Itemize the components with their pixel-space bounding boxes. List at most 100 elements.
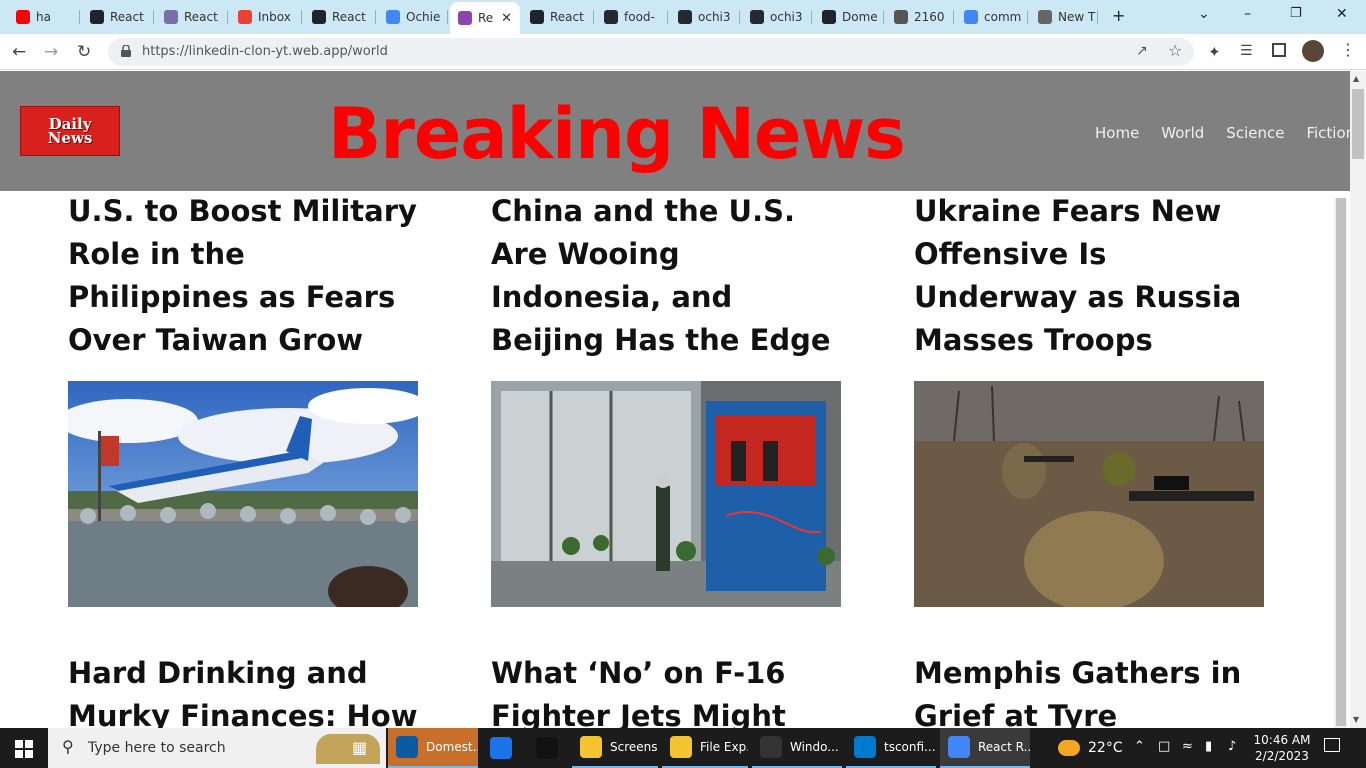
browser-tab[interactable]: React xyxy=(304,4,376,30)
taskbar-app-button[interactable]: Domest... xyxy=(388,728,478,768)
article-title[interactable]: What ‘No’ on F-16 Fighter Jets Might xyxy=(491,652,851,728)
browser-tab[interactable]: New T xyxy=(1030,4,1098,30)
bookmark-star-icon[interactable]: ☆ xyxy=(1168,41,1182,60)
tab-search-chevron-icon[interactable]: ⌄ xyxy=(1198,6,1210,22)
browser-tab[interactable]: Inbox xyxy=(230,4,302,30)
profile-avatar[interactable] xyxy=(1302,40,1324,62)
taskbar-app-button[interactable] xyxy=(482,728,522,768)
taskbar-app-label: Screens... xyxy=(610,740,658,754)
scroll-down-arrow-icon[interactable]: ▼ xyxy=(1353,715,1359,724)
back-icon[interactable]: ← xyxy=(12,42,26,62)
site-logo[interactable]: Daily News xyxy=(20,106,120,156)
media-controls-icon[interactable]: ☰ xyxy=(1240,43,1253,59)
tab-label: React xyxy=(110,10,144,24)
browser-tab[interactable]: 2160 xyxy=(886,4,954,30)
chevron-up-icon[interactable]: ⌃ xyxy=(1134,739,1145,754)
browser-tab[interactable]: ha xyxy=(8,4,80,30)
wifi-icon[interactable]: ≈ xyxy=(1182,739,1193,754)
notifications-icon[interactable] xyxy=(1324,738,1340,752)
web-icon xyxy=(458,11,472,25)
address-bar[interactable]: https://linkedin-clon-yt.web.app/world ↗… xyxy=(108,38,1194,66)
tiktok-app-icon xyxy=(536,737,558,759)
taskbar-app-button[interactable] xyxy=(528,728,568,768)
browser-tab[interactable]: ochi3 xyxy=(670,4,740,30)
nav-link-world[interactable]: World xyxy=(1161,124,1204,142)
article-image-soldiers[interactable] xyxy=(914,381,1264,607)
article-image-plane[interactable] xyxy=(68,381,418,607)
nav-link-home[interactable]: Home xyxy=(1095,124,1139,142)
taskbar-app-button[interactable]: File Exp... xyxy=(662,728,748,768)
browser-toolbar: ← → ↻ https://linkedin-clon-yt.web.app/w… xyxy=(0,34,1366,70)
clock-date: 2/2/2023 xyxy=(1255,749,1309,763)
react-icon xyxy=(90,10,104,24)
taskbar-app-button[interactable]: Screens... xyxy=(572,728,658,768)
article-title[interactable]: China and the U.S. Are Wooing Indonesia,… xyxy=(491,190,851,362)
clock-time: 10:46 AM xyxy=(1253,733,1311,747)
taskbar-app-button[interactable]: tsconfi... xyxy=(846,728,936,768)
share-icon[interactable]: ↗ xyxy=(1136,43,1148,59)
browser-tab[interactable]: React xyxy=(82,4,154,30)
tab-separator xyxy=(883,10,884,24)
nav-link-fiction[interactable]: Fiction xyxy=(1306,124,1350,142)
nav-link-science[interactable]: Science xyxy=(1226,124,1284,142)
side-panel-icon[interactable] xyxy=(1272,43,1286,57)
tab-label: New T xyxy=(1058,10,1096,24)
browser-tab[interactable]: ochi3 xyxy=(742,4,812,30)
restore-window-icon[interactable]: ❐ xyxy=(1290,6,1302,21)
browser-tab[interactable]: React xyxy=(156,4,228,30)
taskbar-clock[interactable]: 10:46 AM 2/2/2023 xyxy=(1252,732,1312,764)
tab-label: Re xyxy=(478,11,494,25)
site-nav: Home World Science Fiction xyxy=(1095,124,1350,142)
page-scrollbar-track[interactable] xyxy=(1350,71,1366,728)
volume-icon[interactable]: ♪ xyxy=(1228,739,1236,754)
forward-icon[interactable]: → xyxy=(44,42,58,62)
terminal-app-icon xyxy=(760,736,782,758)
lock-icon xyxy=(121,45,131,57)
taskbar-search-box[interactable]: ⚲ Type here to search xyxy=(48,728,386,768)
github-icon xyxy=(604,10,618,24)
react-icon xyxy=(530,10,544,24)
device-icon[interactable]: □ xyxy=(1158,739,1170,754)
close-window-icon[interactable]: ✕ xyxy=(1336,6,1348,22)
browser-tab[interactable]: Dome xyxy=(814,4,884,30)
article-title[interactable]: Ukraine Fears New Offensive Is Underway … xyxy=(914,190,1274,362)
minimize-window-icon[interactable]: – xyxy=(1244,6,1251,22)
edge-app-icon xyxy=(396,736,418,758)
browser-tab[interactable]: comm xyxy=(956,4,1028,30)
globe-icon xyxy=(894,10,908,24)
tab-label: food- xyxy=(624,10,655,24)
tab-separator xyxy=(1097,10,1098,24)
new-tab-icon[interactable]: + xyxy=(1112,6,1125,25)
reload-icon[interactable]: ↻ xyxy=(77,42,91,62)
battery-icon[interactable]: ▮ xyxy=(1205,739,1212,754)
article-title[interactable]: U.S. to Boost Military Role in the Phili… xyxy=(68,190,428,362)
browser-tab[interactable]: food- xyxy=(596,4,668,30)
close-tab-icon[interactable]: ✕ xyxy=(501,11,512,26)
taskbar-app-button[interactable]: Windo... xyxy=(752,728,842,768)
gmail-icon xyxy=(238,10,252,24)
tab-separator xyxy=(667,10,668,24)
scroll-up-arrow-icon[interactable]: ▲ xyxy=(1353,74,1359,83)
search-placeholder: Type here to search xyxy=(88,740,226,756)
browser-tab[interactable]: Ochie xyxy=(378,4,448,30)
tab-separator xyxy=(301,10,302,24)
windows-start-icon[interactable] xyxy=(15,740,33,758)
tab-label: ha xyxy=(36,10,51,24)
react-icon xyxy=(822,10,836,24)
inner-scrollbar-thumb[interactable] xyxy=(1336,198,1346,726)
article-title[interactable]: Hard Drinking and Murky Finances: How xyxy=(68,652,428,728)
tab-label: comm xyxy=(984,10,1022,24)
article-title[interactable]: Memphis Gathers in Grief at Tyre Nichols… xyxy=(914,652,1274,728)
extensions-icon[interactable]: ✦ xyxy=(1208,43,1221,61)
weather-widget[interactable]: 22°C xyxy=(1058,728,1123,768)
browser-tab[interactable]: React xyxy=(522,4,594,30)
article-image-lobby[interactable] xyxy=(491,381,841,607)
tab-separator xyxy=(227,10,228,24)
tab-label: ochi3 xyxy=(698,10,731,24)
task-view-icon[interactable]: ▦ xyxy=(352,738,367,757)
page-scrollbar-thumb[interactable] xyxy=(1352,89,1364,159)
taskbar-app-button[interactable]: React R... xyxy=(940,728,1030,768)
browser-tab[interactable]: Re ✕ xyxy=(450,2,520,34)
browser-menu-icon[interactable]: ⋮ xyxy=(1340,40,1356,59)
tab-separator xyxy=(953,10,954,24)
